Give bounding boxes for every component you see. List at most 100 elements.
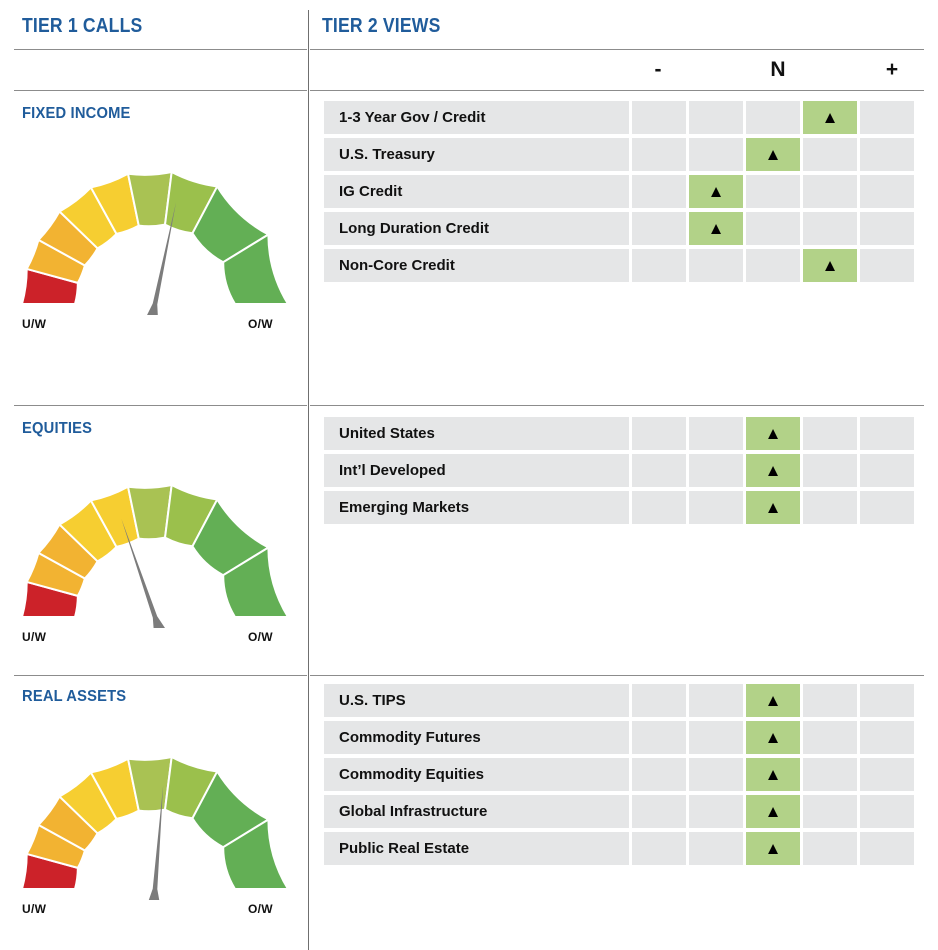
view-marker-cell[interactable]: ▲ [803,249,857,282]
view-marker-cell[interactable]: ▲ [746,758,800,791]
triangle-up-icon: ▲ [821,108,839,127]
view-row-label: Int’l Developed [324,454,629,487]
view-marker-cell[interactable]: ▲ [746,491,800,524]
table-row[interactable]: Public Real Estate ▲ [324,832,919,865]
triangle-up-icon: ▲ [707,219,725,238]
view-empty-cell[interactable] [803,454,857,487]
table-row[interactable]: United States ▲ [324,417,919,450]
views-table-fixed-income: 1-3 Year Gov / Credit ▲ U.S. Treasury ▲ IG C… [324,101,919,286]
rule-section-equities-left [14,405,307,406]
table-row[interactable]: U.S. TIPS ▲ [324,684,919,717]
view-empty-cell[interactable] [632,795,686,828]
table-row[interactable]: Int’l Developed ▲ [324,454,919,487]
view-empty-cell[interactable] [860,832,914,865]
view-row-label: U.S. Treasury [324,138,629,171]
view-empty-cell[interactable] [803,684,857,717]
view-empty-cell[interactable] [860,721,914,754]
view-empty-cell[interactable] [689,721,743,754]
view-marker-cell[interactable]: ▲ [746,684,800,717]
view-empty-cell[interactable] [803,832,857,865]
view-empty-cell[interactable] [860,491,914,524]
view-empty-cell[interactable] [860,454,914,487]
view-empty-cell[interactable] [632,249,686,282]
view-empty-cell[interactable] [803,721,857,754]
tier-1-calls-title: TIER 1 CALLS [22,15,143,37]
view-row-cells: ▲ [632,721,914,754]
table-row[interactable]: Global Infrastructure ▲ [324,795,919,828]
view-empty-cell[interactable] [632,491,686,524]
section-title-real-assets: REAL ASSETS [22,688,127,705]
view-empty-cell[interactable] [632,684,686,717]
table-row[interactable]: IG Credit ▲ [324,175,919,208]
view-empty-cell[interactable] [860,417,914,450]
view-empty-cell[interactable] [689,684,743,717]
view-row-label: U.S. TIPS [324,684,629,717]
view-empty-cell[interactable] [632,454,686,487]
view-empty-cell[interactable] [746,212,800,245]
view-empty-cell[interactable] [803,212,857,245]
view-empty-cell[interactable] [803,758,857,791]
view-marker-cell[interactable]: ▲ [689,212,743,245]
view-empty-cell[interactable] [689,795,743,828]
table-row[interactable]: Commodity Equities ▲ [324,758,919,791]
view-empty-cell[interactable] [860,249,914,282]
table-row[interactable]: Non-Core Credit ▲ [324,249,919,282]
view-empty-cell[interactable] [689,417,743,450]
view-empty-cell[interactable] [689,454,743,487]
view-empty-cell[interactable] [632,832,686,865]
view-empty-cell[interactable] [746,175,800,208]
view-empty-cell[interactable] [746,249,800,282]
view-empty-cell[interactable] [803,491,857,524]
view-empty-cell[interactable] [689,138,743,171]
triangle-up-icon: ▲ [764,765,782,784]
view-empty-cell[interactable] [803,175,857,208]
views-table-equities: United States ▲ Int’l Developed ▲ Emerging M… [324,417,919,528]
view-empty-cell[interactable] [632,138,686,171]
view-empty-cell[interactable] [689,832,743,865]
gauge-real-assets-svg [20,755,290,900]
view-empty-cell[interactable] [632,417,686,450]
view-empty-cell[interactable] [860,684,914,717]
gauge-equities: U/W O/W [12,478,297,668]
table-row[interactable]: 1-3 Year Gov / Credit ▲ [324,101,919,134]
table-row[interactable]: U.S. Treasury ▲ [324,138,919,171]
table-row[interactable]: Commodity Futures ▲ [324,721,919,754]
view-empty-cell[interactable] [860,212,914,245]
view-marker-cell[interactable]: ▲ [746,138,800,171]
view-marker-cell[interactable]: ▲ [746,832,800,865]
view-marker-cell[interactable]: ▲ [746,454,800,487]
view-empty-cell[interactable] [689,758,743,791]
view-empty-cell[interactable] [803,795,857,828]
view-row-cells: ▲ [632,454,914,487]
tier-calls-views-page: TIER 1 CALLS TIER 2 VIEWS - N + FIXED IN… [0,0,938,950]
table-row[interactable]: Emerging Markets ▲ [324,491,919,524]
column-header-overweight: + [885,58,899,81]
view-empty-cell[interactable] [860,758,914,791]
table-row[interactable]: Long Duration Credit ▲ [324,212,919,245]
view-empty-cell[interactable] [746,101,800,134]
view-empty-cell[interactable] [803,138,857,171]
view-empty-cell[interactable] [860,101,914,134]
view-empty-cell[interactable] [632,721,686,754]
view-marker-cell[interactable]: ▲ [803,101,857,134]
view-empty-cell[interactable] [803,417,857,450]
view-row-cells: ▲ [632,249,914,282]
gauge-label-underweight: U/W [22,630,47,644]
view-empty-cell[interactable] [860,175,914,208]
view-marker-cell[interactable]: ▲ [689,175,743,208]
triangle-up-icon: ▲ [764,839,782,858]
view-empty-cell[interactable] [689,101,743,134]
view-row-cells: ▲ [632,417,914,450]
view-empty-cell[interactable] [860,795,914,828]
view-empty-cell[interactable] [632,101,686,134]
view-empty-cell[interactable] [632,212,686,245]
view-empty-cell[interactable] [689,249,743,282]
view-empty-cell[interactable] [632,758,686,791]
view-empty-cell[interactable] [632,175,686,208]
view-marker-cell[interactable]: ▲ [746,417,800,450]
view-row-label: Public Real Estate [324,832,629,865]
view-marker-cell[interactable]: ▲ [746,795,800,828]
view-empty-cell[interactable] [860,138,914,171]
view-empty-cell[interactable] [689,491,743,524]
view-marker-cell[interactable]: ▲ [746,721,800,754]
